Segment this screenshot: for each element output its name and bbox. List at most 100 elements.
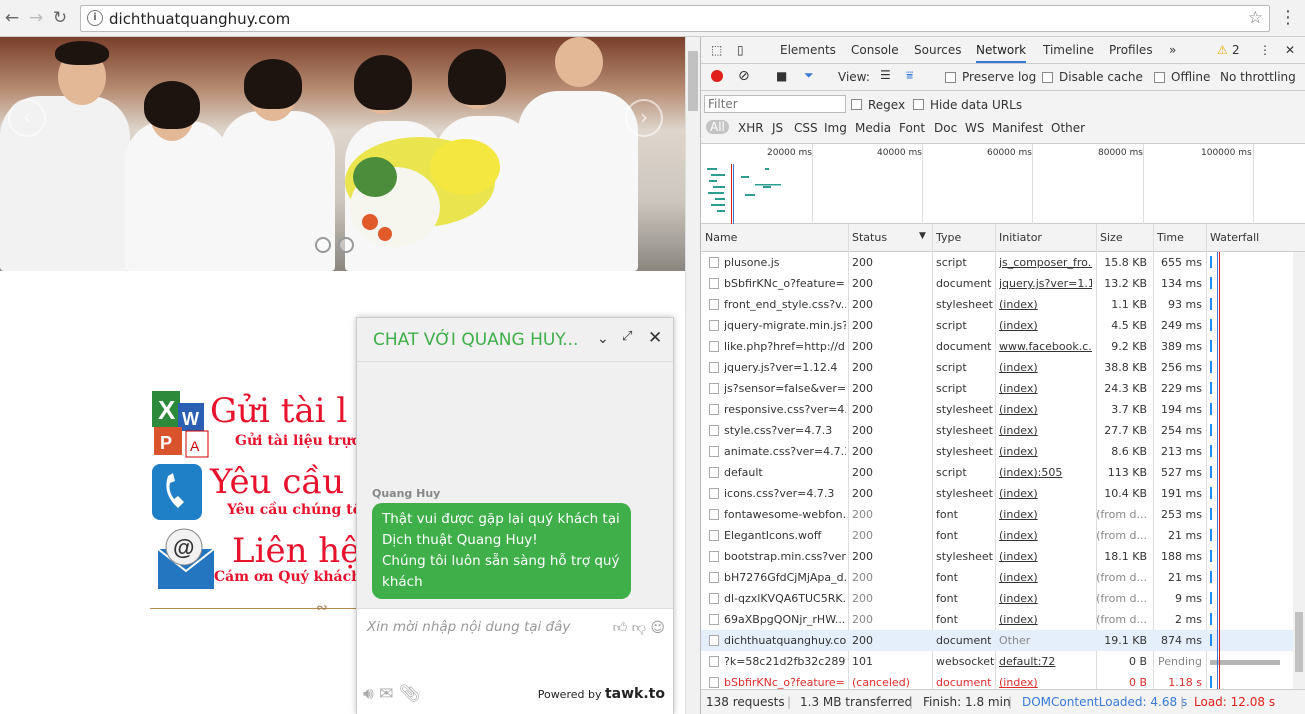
chevron-down-icon[interactable]: ⌄ [597, 331, 609, 347]
table-row[interactable]: jquery-migrate.min.js?... 200 script (index… [701, 315, 1305, 336]
table-row[interactable]: icons.css?ver=4.7.3 200 stylesheet (index) 1… [701, 483, 1305, 504]
scrollbar-thumb[interactable] [688, 51, 698, 111]
type-filter-ws[interactable]: WS [965, 121, 984, 135]
browser-menu-icon[interactable]: ⋮ [1279, 7, 1297, 28]
slider-dot[interactable] [338, 237, 354, 253]
request-initiator[interactable]: default:72 [999, 655, 1092, 668]
request-name[interactable]: ?k=58c21d2fb32c289f... [724, 655, 846, 668]
overview-icon[interactable]: ⩸ [906, 68, 913, 83]
slider-next-icon[interactable]: › [625, 99, 663, 137]
request-name[interactable]: ElegantIcons.woff [724, 529, 846, 542]
thumbs-down-icon[interactable]: 👎︎ [632, 620, 646, 636]
request-name[interactable]: like.php?href=http://d... [724, 340, 846, 353]
regex-checkbox[interactable] [851, 99, 862, 110]
powered-by[interactable]: Powered by tawk.to [538, 686, 665, 702]
tab-sources[interactable]: Sources [914, 43, 961, 57]
table-row[interactable]: responsive.css?ver=4.... 200 stylesheet (in… [701, 399, 1305, 420]
request-initiator[interactable]: (index) [999, 487, 1092, 500]
throttling-select[interactable]: No throttling [1220, 70, 1296, 84]
service-title[interactable]: Gửi tài l [210, 391, 347, 431]
forward-icon[interactable]: → [24, 6, 48, 30]
request-initiator[interactable]: (index) [999, 508, 1092, 521]
table-row[interactable]: bSbfirKNc_o?feature=... (canceled) documen… [701, 672, 1305, 689]
table-row[interactable]: ?k=58c21d2fb32c289f... 101 websocket defaul… [701, 651, 1305, 672]
slider-dot[interactable] [315, 237, 331, 253]
column-time[interactable]: Time [1157, 231, 1184, 244]
table-row[interactable]: like.php?href=http://d... 200 document www.… [701, 336, 1305, 357]
network-overview[interactable]: 20000 ms 40000 ms 60000 ms 80000 ms 1000… [701, 144, 1305, 224]
inspect-icon[interactable]: ⬚ [711, 43, 722, 57]
sort-desc-icon[interactable]: ▼ [919, 231, 926, 241]
type-filter-manifest[interactable]: Manifest [992, 121, 1043, 135]
table-row[interactable]: 69aXBpgQONjr_rHW... 200 font (index) (from d… [701, 609, 1305, 630]
service-title[interactable]: Yêu cầu [210, 462, 344, 502]
email-icon[interactable]: ✉ [379, 684, 393, 704]
type-filter-media[interactable]: Media [855, 121, 891, 135]
request-name[interactable]: bootstrap.min.css?ver... [724, 550, 846, 563]
column-name[interactable]: Name [705, 231, 737, 244]
column-waterfall[interactable]: Waterfall [1210, 231, 1259, 244]
column-type[interactable]: Type [936, 231, 961, 244]
request-name[interactable]: icons.css?ver=4.7.3 [724, 487, 846, 500]
sound-icon[interactable]: 🔊︎ [363, 684, 374, 704]
type-filter-img[interactable]: Img [824, 121, 847, 135]
type-filter-css[interactable]: CSS [794, 121, 818, 135]
table-row[interactable]: bootstrap.min.css?ver... 200 stylesheet (in… [701, 546, 1305, 567]
request-name[interactable]: dl-qzxlKVQA6TUC5RK... [724, 592, 846, 605]
page-scrollbar[interactable] [685, 37, 700, 714]
type-filter-other[interactable]: Other [1051, 121, 1085, 135]
warning-icon[interactable]: ⚠ [1217, 43, 1228, 57]
table-row[interactable]: bSbfirKNc_o?feature=... 200 document jquery… [701, 273, 1305, 294]
camera-icon[interactable]: ■ [776, 69, 787, 83]
request-initiator[interactable]: js_composer_fro... [999, 256, 1092, 269]
request-name[interactable]: dichthuatquanghuy.co... [724, 634, 846, 647]
request-name[interactable]: fontawesome-webfon... [724, 508, 846, 521]
request-initiator[interactable]: (index) [999, 319, 1092, 332]
type-filter-doc[interactable]: Doc [934, 121, 957, 135]
table-row[interactable]: plusone.js 200 script js_composer_fro... 15.… [701, 252, 1305, 273]
request-name[interactable]: jquery-migrate.min.js?... [724, 319, 846, 332]
table-row[interactable]: fontawesome-webfon... 200 font (index) (from… [701, 504, 1305, 525]
request-name[interactable]: plusone.js [724, 256, 846, 269]
request-name[interactable]: js?sensor=false&ver=4... [724, 382, 846, 395]
request-name[interactable]: responsive.css?ver=4.... [724, 403, 846, 416]
request-initiator[interactable]: (index) [999, 550, 1092, 563]
filter-input[interactable] [704, 95, 846, 113]
request-initiator[interactable]: (index) [999, 592, 1092, 605]
tab-timeline[interactable]: Timeline [1043, 43, 1094, 57]
column-initiator[interactable]: Initiator [999, 231, 1042, 244]
more-tabs-icon[interactable]: » [1169, 43, 1176, 57]
hide-data-urls-checkbox[interactable] [913, 99, 924, 110]
chat-header[interactable]: CHAT VỚI QUANG HUY... ⌄ ⤢ ✕ [357, 318, 673, 362]
column-status[interactable]: Status [852, 231, 887, 244]
service-title[interactable]: Liên hệ [232, 531, 360, 571]
slider-prev-icon[interactable]: ‹ [8, 99, 46, 137]
table-row[interactable]: jquery.js?ver=1.12.4 200 script (index) 38.8… [701, 357, 1305, 378]
emoji-icon[interactable]: ☺ [650, 620, 665, 636]
table-row[interactable]: ElegantIcons.woff 200 font (index) (from d..… [701, 525, 1305, 546]
request-initiator[interactable]: (index) [999, 403, 1092, 416]
popout-icon[interactable]: ⤢ [622, 329, 632, 344]
table-row[interactable]: style.css?ver=4.7.3 200 stylesheet (index) 2… [701, 420, 1305, 441]
request-initiator[interactable]: www.facebook.c... [999, 340, 1092, 353]
tab-profiles[interactable]: Profiles [1109, 43, 1153, 57]
request-initiator[interactable]: (index) [999, 382, 1092, 395]
tab-console[interactable]: Console [851, 43, 899, 57]
request-initiator[interactable]: (index) [999, 571, 1092, 584]
request-name[interactable]: bSbfirKNc_o?feature=... [724, 277, 846, 290]
request-initiator[interactable]: (index) [999, 529, 1092, 542]
type-filter-xhr[interactable]: XHR [738, 121, 764, 135]
table-row[interactable]: bH7276GfdCjMjApa_d... 200 font (index) (from… [701, 567, 1305, 588]
request-initiator[interactable]: (index) [999, 361, 1092, 374]
offline-checkbox[interactable] [1154, 72, 1165, 83]
thumbs-up-icon[interactable]: 👍︎ [613, 620, 628, 636]
type-filter-all[interactable]: All [706, 120, 729, 134]
request-initiator[interactable]: (index) [999, 298, 1092, 311]
request-initiator[interactable]: (index) [999, 424, 1092, 437]
request-name[interactable]: style.css?ver=4.7.3 [724, 424, 846, 437]
warning-count[interactable]: 2 [1232, 43, 1240, 57]
request-initiator[interactable]: (index) [999, 676, 1092, 689]
request-initiator[interactable]: (index):505 [999, 466, 1092, 479]
bookmark-star-icon[interactable]: ☆ [1248, 8, 1263, 28]
attachment-icon[interactable]: 📎︎ [399, 684, 421, 704]
